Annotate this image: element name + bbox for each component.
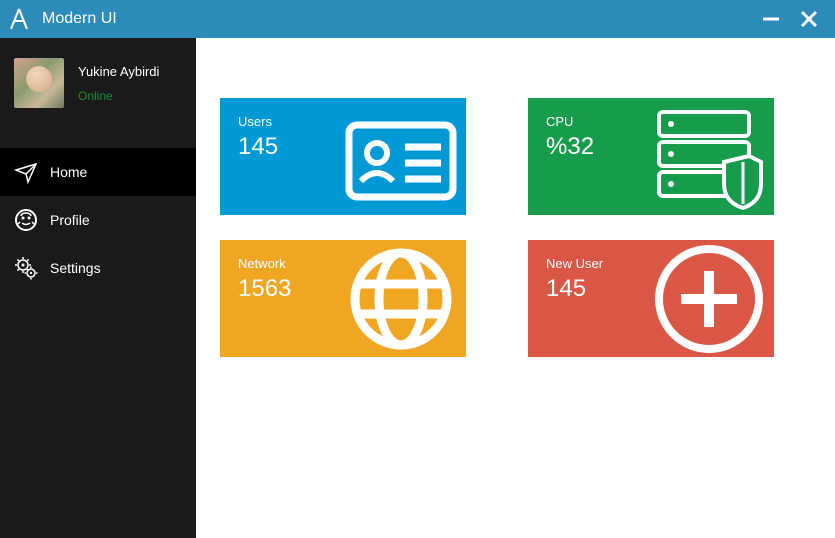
- close-button[interactable]: [799, 9, 819, 29]
- server-shield-icon: [644, 98, 774, 215]
- nav-item-label: Home: [50, 164, 87, 180]
- home-icon: [14, 160, 38, 184]
- settings-icon: [14, 256, 38, 280]
- content-area: Users 145 CPU %32: [196, 38, 835, 538]
- card-cpu[interactable]: CPU %32: [528, 98, 774, 215]
- nav-item-settings[interactable]: Settings: [0, 244, 196, 292]
- nav-item-label: Profile: [50, 212, 90, 228]
- nav-item-profile[interactable]: Profile: [0, 196, 196, 244]
- titlebar: Modern UI: [0, 0, 835, 38]
- nav-item-label: Settings: [50, 260, 101, 276]
- id-card-icon: [336, 98, 466, 215]
- sidebar: Yukine Aybirdi Online Home: [0, 38, 196, 538]
- card-new-user[interactable]: New User 145: [528, 240, 774, 357]
- profile-section: Yukine Aybirdi Online: [0, 38, 196, 130]
- window-title: Modern UI: [42, 10, 761, 28]
- nav: Home Profile: [0, 148, 196, 292]
- card-users[interactable]: Users 145: [220, 98, 466, 215]
- minimize-button[interactable]: [761, 9, 781, 29]
- nav-item-home[interactable]: Home: [0, 148, 196, 196]
- avatar: [14, 58, 64, 108]
- card-network[interactable]: Network 1563: [220, 240, 466, 357]
- main-container: Yukine Aybirdi Online Home: [0, 38, 835, 538]
- profile-icon: [14, 208, 38, 232]
- profile-status: Online: [78, 89, 159, 103]
- window-controls: [761, 9, 827, 29]
- app-logo-icon: [8, 7, 30, 31]
- plus-circle-icon: [644, 240, 774, 357]
- dashboard-cards: Users 145 CPU %32: [220, 98, 835, 357]
- globe-icon: [336, 240, 466, 357]
- profile-name: Yukine Aybirdi: [78, 64, 159, 79]
